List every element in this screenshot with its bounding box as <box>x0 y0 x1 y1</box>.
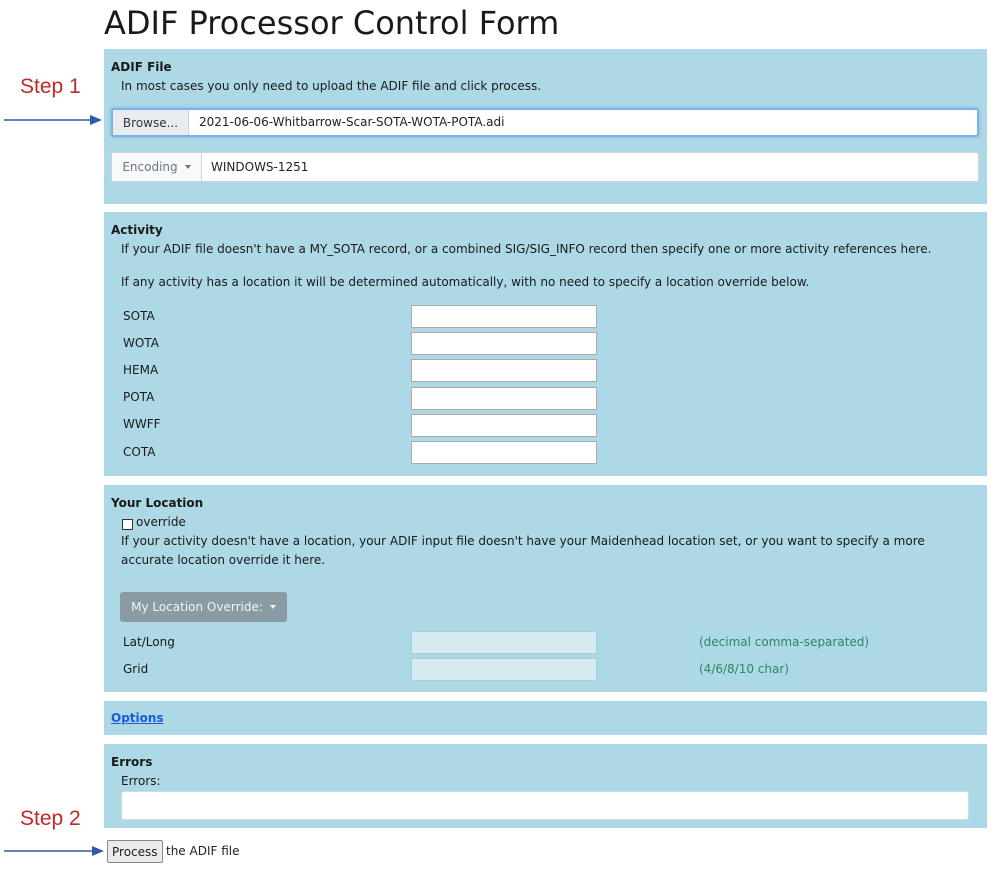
cota-label: COTA <box>123 445 156 459</box>
chevron-down-icon <box>184 165 191 169</box>
errors-textarea[interactable] <box>121 791 969 820</box>
adif-file-heading: ADIF File <box>111 60 172 74</box>
adif-file-panel: ADIF File In most cases you only need to… <box>104 49 987 204</box>
sota-label: SOTA <box>123 309 155 323</box>
grid-input[interactable] <box>411 658 597 681</box>
step-1-label: Step 1 <box>20 75 81 98</box>
encoding-dropdown-label: Encoding <box>122 160 178 174</box>
wwff-label: WWFF <box>123 417 161 431</box>
grid-hint: (4/6/8/10 char) <box>699 662 789 676</box>
cota-input[interactable] <box>411 441 597 464</box>
page-title: ADIF Processor Control Form <box>104 4 560 42</box>
pota-label: POTA <box>123 390 155 404</box>
encoding-dropdown[interactable]: Encoding <box>112 153 202 181</box>
process-button[interactable]: Process <box>107 840 163 863</box>
errors-panel: Errors Errors: <box>104 744 987 828</box>
hema-label: HEMA <box>123 363 159 377</box>
step-1-arrow-icon <box>4 115 102 125</box>
adif-file-input[interactable]: Browse... 2021-06-06-Whitbarrow-Scar-SOT… <box>111 108 979 137</box>
encoding-value[interactable]: WINDOWS-1251 <box>211 160 308 174</box>
sota-input[interactable] <box>411 305 597 328</box>
chevron-down-icon <box>269 605 276 609</box>
override-checkbox[interactable] <box>122 519 133 530</box>
location-description-line2: accurate location override it here. <box>121 553 326 567</box>
latlong-input[interactable] <box>411 631 597 654</box>
pota-input[interactable] <box>411 387 597 410</box>
override-label: override <box>136 515 186 529</box>
browse-button[interactable]: Browse... <box>113 110 189 135</box>
adif-file-description: In most cases you only need to upload th… <box>121 79 542 93</box>
latlong-hint: (decimal comma-separated) <box>699 635 870 649</box>
hema-input[interactable] <box>411 359 597 382</box>
wwff-input[interactable] <box>411 414 597 437</box>
encoding-group: Encoding WINDOWS-1251 <box>111 152 979 182</box>
options-panel: Options <box>104 701 987 735</box>
location-panel: Your Location override If your activity … <box>104 485 987 692</box>
wota-input[interactable] <box>411 332 597 355</box>
location-heading: Your Location <box>111 496 204 510</box>
errors-label: Errors: <box>121 774 161 788</box>
activity-heading: Activity <box>111 223 163 237</box>
location-override-label: My Location Override: <box>131 600 263 614</box>
latlong-label: Lat/Long <box>123 635 175 649</box>
location-description-line1: If your activity doesn't have a location… <box>121 534 925 548</box>
activity-panel: Activity If your ADIF file doesn't have … <box>104 212 987 476</box>
step-2-arrow-icon <box>4 846 104 856</box>
file-name: 2021-06-06-Whitbarrow-Scar-SOTA-WOTA-POT… <box>199 115 505 129</box>
activity-location-note: If any activity has a location it will b… <box>121 275 810 289</box>
options-link[interactable]: Options <box>111 711 164 725</box>
activity-description: If your ADIF file doesn't have a MY_SOTA… <box>121 242 932 256</box>
step-2-label: Step 2 <box>20 807 81 830</box>
grid-label: Grid <box>123 662 149 676</box>
wota-label: WOTA <box>123 336 159 350</box>
process-suffix-text: the ADIF file <box>166 844 240 858</box>
location-override-dropdown[interactable]: My Location Override: <box>120 592 287 622</box>
errors-heading: Errors <box>111 755 153 769</box>
